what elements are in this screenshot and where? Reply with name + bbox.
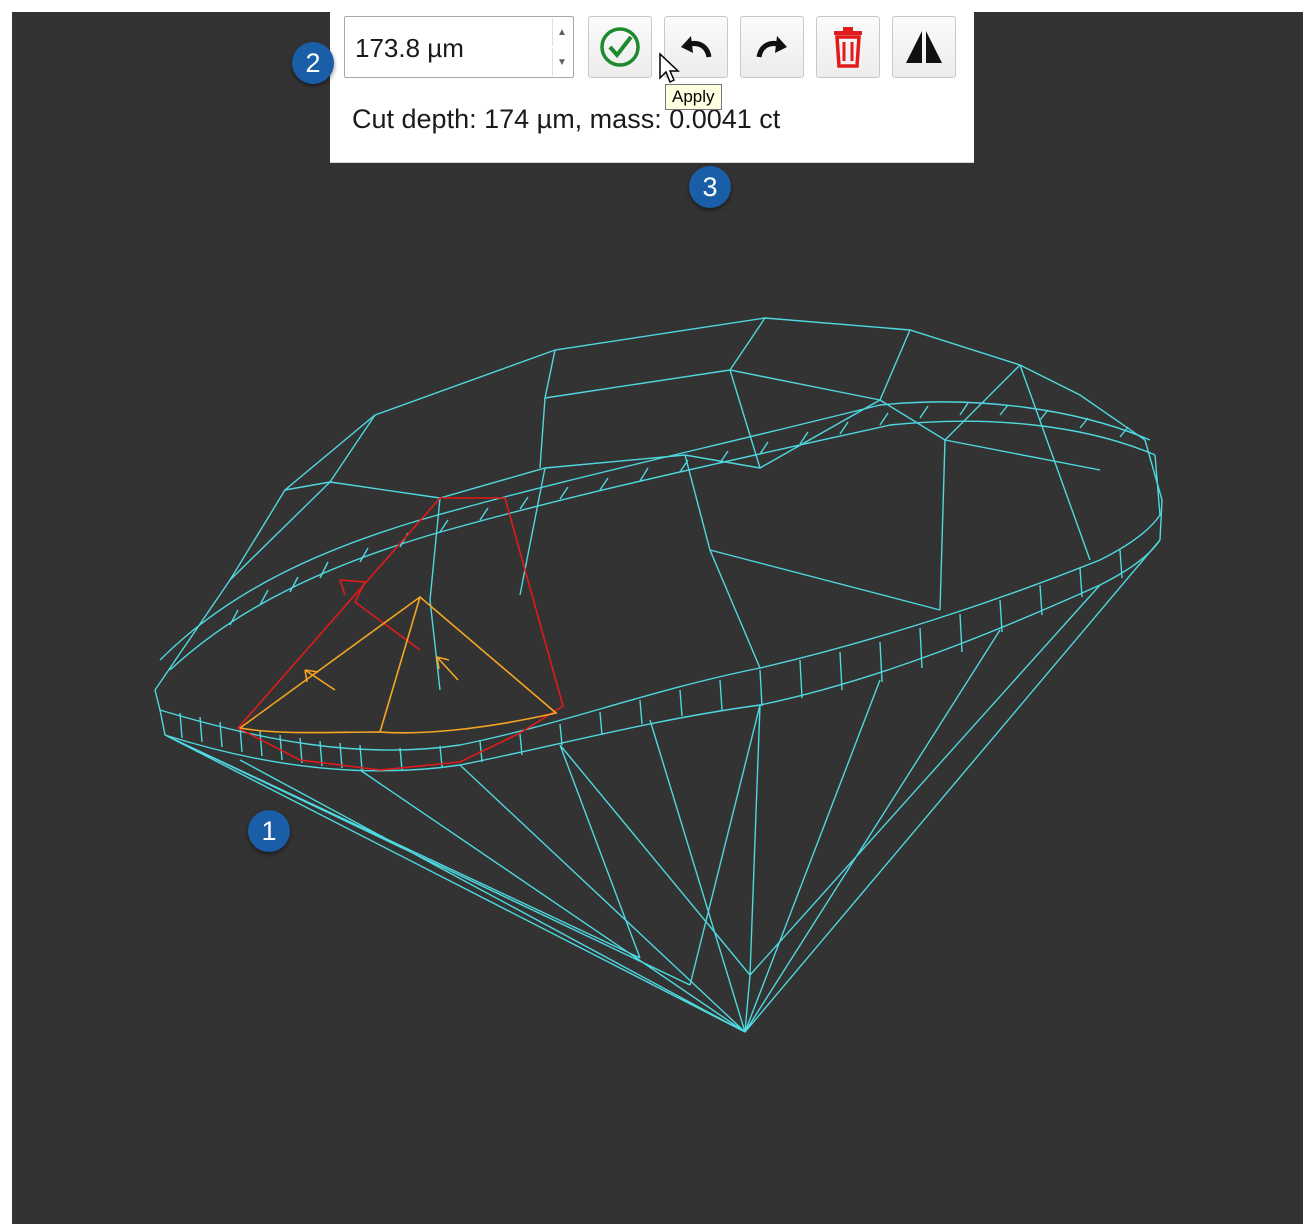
- delete-button[interactable]: [816, 16, 880, 78]
- girdle-lower: [159, 514, 1161, 751]
- callout-3: 3: [689, 166, 731, 208]
- cut-toolbar-panel: 173.8 µm ▲ ▼ Cut depth: 174 µm, mass: 0.…: [330, 0, 974, 163]
- cut-outline: [237, 497, 564, 771]
- depth-input[interactable]: 173.8 µm: [355, 33, 464, 64]
- crown-outline: [154, 317, 1146, 691]
- apply-button[interactable]: [588, 16, 652, 78]
- mirror-icon: [906, 31, 942, 63]
- mouse-cursor-icon: [659, 52, 680, 84]
- check-circle-icon: [600, 27, 640, 67]
- table-outline: [329, 317, 1021, 499]
- redo-icon: [756, 36, 787, 58]
- apply-tooltip: Apply: [665, 84, 722, 110]
- pavilion: [164, 539, 1161, 1033]
- cut-region: [239, 595, 558, 734]
- callout-2: 2: [292, 42, 334, 84]
- spin-down-icon[interactable]: ▼: [552, 48, 571, 76]
- diamond-wireframe: [154, 317, 1163, 1033]
- spin-up-icon[interactable]: ▲: [552, 18, 571, 46]
- callout-1: 1: [248, 810, 290, 852]
- depth-stepper[interactable]: 173.8 µm ▲ ▼: [344, 16, 574, 78]
- trash-icon: [834, 27, 862, 68]
- redo-button[interactable]: [740, 16, 804, 78]
- 3d-viewport[interactable]: [12, 12, 1303, 1224]
- undo-icon: [681, 36, 712, 58]
- mirror-button[interactable]: [892, 16, 956, 78]
